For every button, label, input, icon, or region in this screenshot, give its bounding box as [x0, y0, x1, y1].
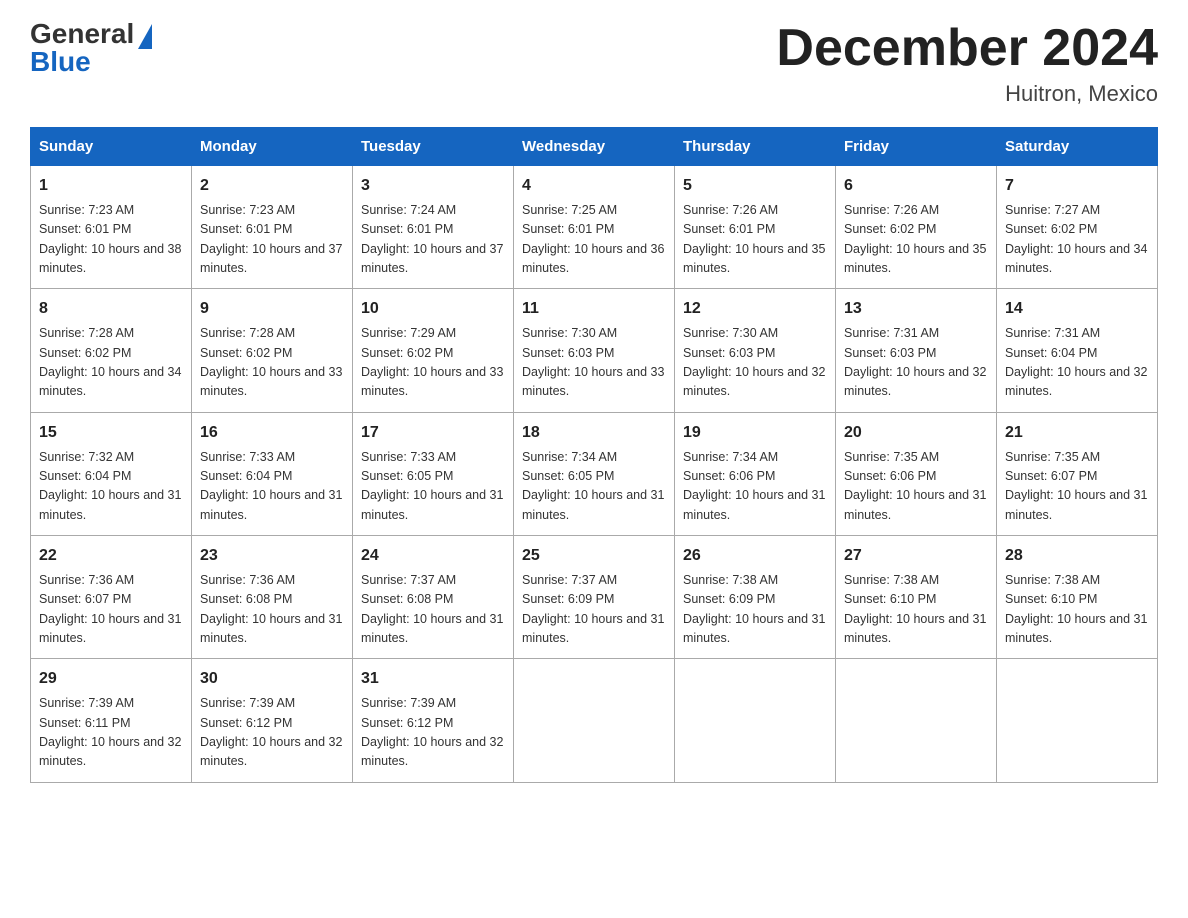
col-header-tuesday: Tuesday	[353, 128, 514, 166]
day-cell: 25Sunrise: 7:37 AMSunset: 6:09 PMDayligh…	[514, 536, 675, 659]
col-header-monday: Monday	[192, 128, 353, 166]
day-number: 19	[683, 421, 827, 446]
day-number: 10	[361, 297, 505, 322]
day-number: 3	[361, 174, 505, 199]
day-number: 24	[361, 544, 505, 569]
day-cell: 27Sunrise: 7:38 AMSunset: 6:10 PMDayligh…	[836, 536, 997, 659]
day-number: 29	[39, 667, 183, 692]
day-number: 4	[522, 174, 666, 199]
day-cell: 4Sunrise: 7:25 AMSunset: 6:01 PMDaylight…	[514, 166, 675, 289]
day-number: 7	[1005, 174, 1149, 199]
col-header-sunday: Sunday	[31, 128, 192, 166]
col-header-wednesday: Wednesday	[514, 128, 675, 166]
day-cell: 24Sunrise: 7:37 AMSunset: 6:08 PMDayligh…	[353, 536, 514, 659]
day-cell: 12Sunrise: 7:30 AMSunset: 6:03 PMDayligh…	[675, 289, 836, 412]
day-cell: 26Sunrise: 7:38 AMSunset: 6:09 PMDayligh…	[675, 536, 836, 659]
page-header: General Blue December 2024 Huitron, Mexi…	[30, 20, 1158, 107]
day-number: 12	[683, 297, 827, 322]
day-cell: 13Sunrise: 7:31 AMSunset: 6:03 PMDayligh…	[836, 289, 997, 412]
day-number: 31	[361, 667, 505, 692]
day-cell: 23Sunrise: 7:36 AMSunset: 6:08 PMDayligh…	[192, 536, 353, 659]
day-number: 21	[1005, 421, 1149, 446]
day-cell: 3Sunrise: 7:24 AMSunset: 6:01 PMDaylight…	[353, 166, 514, 289]
day-cell: 16Sunrise: 7:33 AMSunset: 6:04 PMDayligh…	[192, 412, 353, 535]
day-cell: 30Sunrise: 7:39 AMSunset: 6:12 PMDayligh…	[192, 659, 353, 782]
title-block: December 2024 Huitron, Mexico	[776, 20, 1158, 107]
col-header-saturday: Saturday	[997, 128, 1158, 166]
day-number: 1	[39, 174, 183, 199]
day-cell: 22Sunrise: 7:36 AMSunset: 6:07 PMDayligh…	[31, 536, 192, 659]
logo-general-text: General	[30, 20, 134, 48]
day-cell: 2Sunrise: 7:23 AMSunset: 6:01 PMDaylight…	[192, 166, 353, 289]
day-cell: 15Sunrise: 7:32 AMSunset: 6:04 PMDayligh…	[31, 412, 192, 535]
day-number: 30	[200, 667, 344, 692]
week-row-3: 15Sunrise: 7:32 AMSunset: 6:04 PMDayligh…	[31, 412, 1158, 535]
logo-blue-text: Blue	[30, 48, 91, 76]
week-row-5: 29Sunrise: 7:39 AMSunset: 6:11 PMDayligh…	[31, 659, 1158, 782]
day-cell: 11Sunrise: 7:30 AMSunset: 6:03 PMDayligh…	[514, 289, 675, 412]
month-title: December 2024	[776, 20, 1158, 77]
day-number: 22	[39, 544, 183, 569]
day-cell: 31Sunrise: 7:39 AMSunset: 6:12 PMDayligh…	[353, 659, 514, 782]
day-cell: 18Sunrise: 7:34 AMSunset: 6:05 PMDayligh…	[514, 412, 675, 535]
day-cell	[675, 659, 836, 782]
day-number: 14	[1005, 297, 1149, 322]
day-number: 15	[39, 421, 183, 446]
day-number: 18	[522, 421, 666, 446]
day-cell: 5Sunrise: 7:26 AMSunset: 6:01 PMDaylight…	[675, 166, 836, 289]
day-cell: 6Sunrise: 7:26 AMSunset: 6:02 PMDaylight…	[836, 166, 997, 289]
week-row-1: 1Sunrise: 7:23 AMSunset: 6:01 PMDaylight…	[31, 166, 1158, 289]
day-number: 27	[844, 544, 988, 569]
logo: General Blue	[30, 20, 152, 76]
day-number: 25	[522, 544, 666, 569]
day-number: 28	[1005, 544, 1149, 569]
day-cell: 20Sunrise: 7:35 AMSunset: 6:06 PMDayligh…	[836, 412, 997, 535]
col-header-thursday: Thursday	[675, 128, 836, 166]
day-number: 13	[844, 297, 988, 322]
day-number: 11	[522, 297, 666, 322]
day-cell: 7Sunrise: 7:27 AMSunset: 6:02 PMDaylight…	[997, 166, 1158, 289]
day-cell: 19Sunrise: 7:34 AMSunset: 6:06 PMDayligh…	[675, 412, 836, 535]
day-cell	[514, 659, 675, 782]
day-number: 5	[683, 174, 827, 199]
day-number: 23	[200, 544, 344, 569]
week-row-4: 22Sunrise: 7:36 AMSunset: 6:07 PMDayligh…	[31, 536, 1158, 659]
day-cell	[836, 659, 997, 782]
day-number: 16	[200, 421, 344, 446]
day-cell: 14Sunrise: 7:31 AMSunset: 6:04 PMDayligh…	[997, 289, 1158, 412]
header-row: SundayMondayTuesdayWednesdayThursdayFrid…	[31, 128, 1158, 166]
day-number: 20	[844, 421, 988, 446]
day-cell	[997, 659, 1158, 782]
day-cell: 28Sunrise: 7:38 AMSunset: 6:10 PMDayligh…	[997, 536, 1158, 659]
day-number: 26	[683, 544, 827, 569]
col-header-friday: Friday	[836, 128, 997, 166]
calendar-table: SundayMondayTuesdayWednesdayThursdayFrid…	[30, 127, 1158, 782]
day-cell: 29Sunrise: 7:39 AMSunset: 6:11 PMDayligh…	[31, 659, 192, 782]
day-cell: 10Sunrise: 7:29 AMSunset: 6:02 PMDayligh…	[353, 289, 514, 412]
day-cell: 8Sunrise: 7:28 AMSunset: 6:02 PMDaylight…	[31, 289, 192, 412]
week-row-2: 8Sunrise: 7:28 AMSunset: 6:02 PMDaylight…	[31, 289, 1158, 412]
day-number: 6	[844, 174, 988, 199]
day-cell: 1Sunrise: 7:23 AMSunset: 6:01 PMDaylight…	[31, 166, 192, 289]
day-cell: 17Sunrise: 7:33 AMSunset: 6:05 PMDayligh…	[353, 412, 514, 535]
day-number: 17	[361, 421, 505, 446]
day-cell: 21Sunrise: 7:35 AMSunset: 6:07 PMDayligh…	[997, 412, 1158, 535]
day-cell: 9Sunrise: 7:28 AMSunset: 6:02 PMDaylight…	[192, 289, 353, 412]
day-number: 2	[200, 174, 344, 199]
day-number: 9	[200, 297, 344, 322]
location-label: Huitron, Mexico	[776, 81, 1158, 107]
day-number: 8	[39, 297, 183, 322]
